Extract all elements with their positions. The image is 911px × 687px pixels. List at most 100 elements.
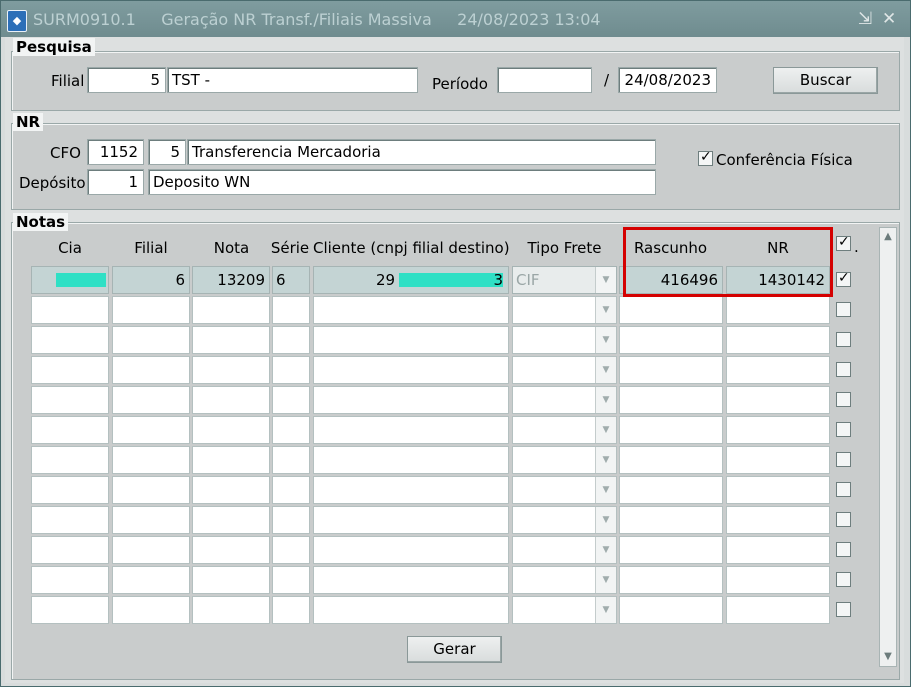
minimize-icon[interactable]: ⇲ [858, 10, 872, 28]
cell-serie[interactable] [272, 446, 310, 474]
cell-serie[interactable] [272, 536, 310, 564]
cell-serie[interactable] [272, 326, 310, 354]
cell-rascunho[interactable] [619, 506, 723, 534]
chevron-down-icon[interactable]: ▼ [595, 567, 616, 593]
chevron-down-icon[interactable]: ▼ [595, 387, 616, 413]
cfo-description-field[interactable]: Transferencia Mercadoria [187, 139, 656, 165]
cell-filial[interactable] [112, 506, 190, 534]
cell-nr[interactable] [726, 506, 830, 534]
cell-rascunho[interactable] [619, 566, 723, 594]
deposito-description-field[interactable]: Deposito WN [148, 169, 656, 195]
cell-serie[interactable] [272, 476, 310, 504]
cell-cliente[interactable] [313, 446, 509, 474]
cell-nota[interactable] [192, 506, 270, 534]
cell-tipo-frete[interactable]: CIF ▼ [512, 266, 617, 294]
cell-cliente[interactable] [313, 326, 509, 354]
cell-cia[interactable] [31, 596, 109, 624]
cfo-number-field[interactable]: 5 [148, 139, 186, 165]
vertical-scrollbar[interactable]: ▲ ▼ [879, 227, 897, 667]
cell-serie[interactable] [272, 416, 310, 444]
cell-cia[interactable] [31, 296, 109, 324]
chevron-down-icon[interactable]: ▼ [595, 597, 616, 623]
row-checkbox[interactable] [836, 452, 851, 467]
cell-tipo-frete[interactable]: ▼ [512, 326, 617, 354]
cell-nota[interactable] [192, 476, 270, 504]
cell-rascunho[interactable] [619, 446, 723, 474]
cell-serie[interactable]: 6 [272, 266, 310, 294]
cell-nota[interactable] [192, 536, 270, 564]
row-checkbox[interactable] [836, 602, 851, 617]
cell-cliente[interactable] [313, 566, 509, 594]
cell-tipo-frete[interactable]: ▼ [512, 506, 617, 534]
row-checkbox[interactable] [836, 362, 851, 377]
cell-serie[interactable] [272, 506, 310, 534]
gerar-button[interactable]: Gerar [407, 636, 502, 663]
cell-nota[interactable] [192, 566, 270, 594]
cell-cliente[interactable] [313, 356, 509, 384]
chevron-down-icon[interactable]: ▼ [595, 507, 616, 533]
row-checkbox[interactable] [836, 482, 851, 497]
cell-cia[interactable] [31, 566, 109, 594]
cell-nr[interactable] [726, 446, 830, 474]
cell-nota[interactable] [192, 356, 270, 384]
row-checkbox[interactable]: ✓ [836, 270, 851, 287]
cell-tipo-frete[interactable]: ▼ [512, 386, 617, 414]
row-checkbox[interactable] [836, 302, 851, 317]
cell-cia[interactable] [31, 536, 109, 564]
row-checkbox[interactable] [836, 422, 851, 437]
cell-serie[interactable] [272, 596, 310, 624]
periodo-from-field[interactable] [497, 67, 592, 93]
cell-tipo-frete[interactable]: ▼ [512, 596, 617, 624]
cell-rascunho[interactable] [619, 596, 723, 624]
select-all-checkbox[interactable]: ✓ [836, 234, 851, 251]
filial-code-field[interactable]: 5 [87, 67, 166, 93]
cell-tipo-frete[interactable]: ▼ [512, 476, 617, 504]
cell-cia[interactable] [31, 386, 109, 414]
cfo-code-field[interactable]: 1152 [87, 139, 144, 165]
cell-filial[interactable] [112, 356, 190, 384]
row-checkbox[interactable] [836, 542, 851, 557]
periodo-to-field[interactable]: 24/08/2023 [618, 67, 717, 93]
cell-nr[interactable] [726, 536, 830, 564]
cell-tipo-frete[interactable]: ▼ [512, 416, 617, 444]
scroll-up-icon[interactable]: ▲ [880, 228, 896, 246]
buscar-button[interactable]: Buscar [773, 67, 878, 94]
cell-cliente[interactable] [313, 536, 509, 564]
cell-cliente[interactable] [313, 596, 509, 624]
cell-cia[interactable] [31, 326, 109, 354]
cell-cia[interactable] [31, 446, 109, 474]
cell-rascunho[interactable] [619, 476, 723, 504]
cell-rascunho[interactable] [619, 296, 723, 324]
cell-tipo-frete[interactable]: ▼ [512, 446, 617, 474]
cell-nota[interactable] [192, 446, 270, 474]
cell-nota[interactable] [192, 326, 270, 354]
chevron-down-icon[interactable]: ▼ [595, 417, 616, 443]
cell-filial[interactable] [112, 446, 190, 474]
cell-nr[interactable] [726, 296, 830, 324]
row-checkbox[interactable] [836, 572, 851, 587]
cell-rascunho[interactable] [619, 386, 723, 414]
cell-cia[interactable] [31, 416, 109, 444]
cell-nr[interactable] [726, 596, 830, 624]
cell-filial[interactable] [112, 326, 190, 354]
cell-rascunho[interactable] [619, 326, 723, 354]
chevron-down-icon[interactable]: ▼ [595, 537, 616, 563]
cell-nr[interactable] [726, 416, 830, 444]
cell-tipo-frete[interactable]: ▼ [512, 356, 617, 384]
chevron-down-icon[interactable]: ▼ [595, 477, 616, 503]
cell-cia[interactable] [31, 506, 109, 534]
cell-filial[interactable] [112, 566, 190, 594]
cell-rascunho[interactable] [619, 536, 723, 564]
cell-cliente[interactable] [313, 416, 509, 444]
cell-nr[interactable] [726, 356, 830, 384]
close-icon[interactable]: ✕ [882, 10, 896, 28]
cell-nr[interactable] [726, 566, 830, 594]
cell-serie[interactable] [272, 356, 310, 384]
cell-cia[interactable] [31, 476, 109, 504]
cell-filial[interactable] [112, 416, 190, 444]
cell-serie[interactable] [272, 296, 310, 324]
row-checkbox[interactable] [836, 512, 851, 527]
row-checkbox[interactable] [836, 332, 851, 347]
cell-cliente[interactable] [313, 296, 509, 324]
cell-nota[interactable] [192, 596, 270, 624]
